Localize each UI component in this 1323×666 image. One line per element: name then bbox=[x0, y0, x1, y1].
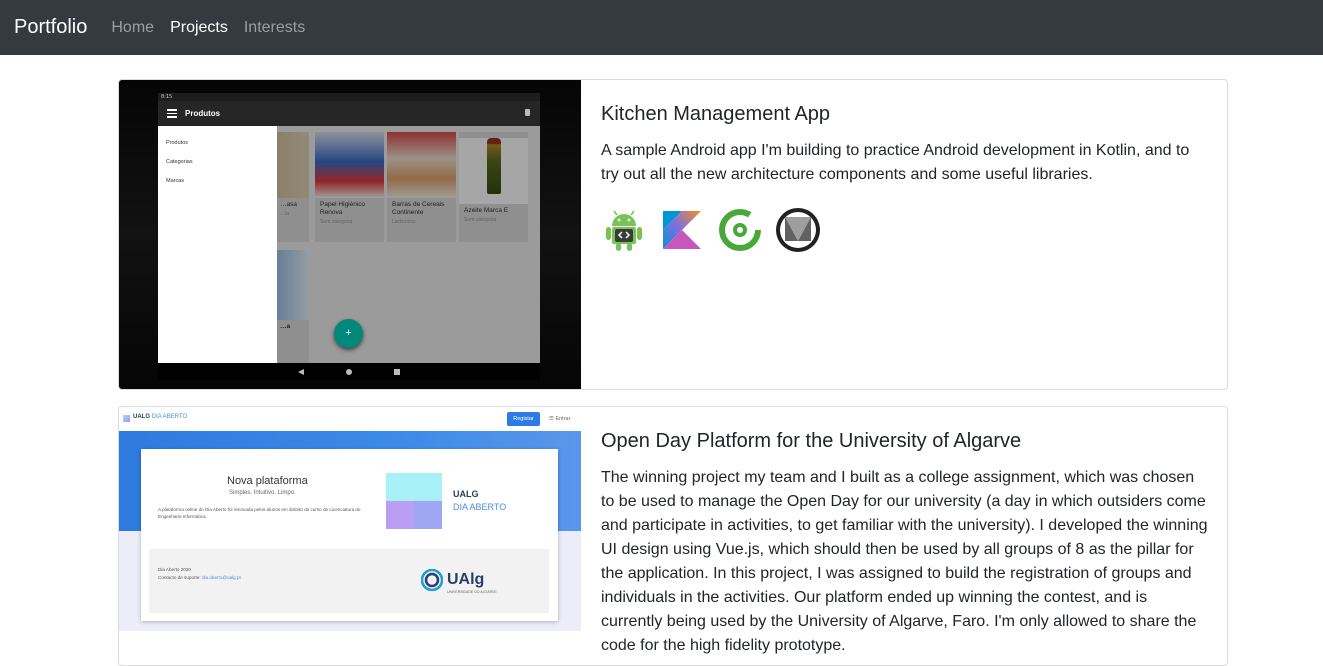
brand-link[interactable]: Portfolio bbox=[14, 16, 87, 39]
android-screen: 8:15 Produtos …asa …ia Papel Higiénico R… bbox=[158, 93, 540, 363]
web-screenshot: UALG DIA ABERTO Registar ☰ Entrar Nova p… bbox=[119, 407, 581, 631]
android-nav-bar bbox=[158, 363, 540, 380]
circleci-icon bbox=[719, 209, 761, 251]
hamburger-menu-icon bbox=[167, 107, 177, 120]
kotlin-icon bbox=[663, 211, 701, 249]
ualg-emblem-icon bbox=[421, 569, 443, 591]
ualg-logo-subtext: UNIVERSIDADE DO ALGARVE bbox=[447, 590, 497, 594]
delete-icon bbox=[525, 109, 530, 116]
android-icon bbox=[606, 210, 642, 251]
nav-link-interests[interactable]: Interests bbox=[244, 19, 305, 37]
project-card-open-day: UALG DIA ABERTO Registar ☰ Entrar Nova p… bbox=[118, 406, 1228, 666]
technology-icons bbox=[601, 207, 1211, 253]
web-header: UALG DIA ABERTO Registar ☰ Entrar bbox=[119, 407, 581, 431]
nav-link-projects[interactable]: Projects bbox=[170, 19, 228, 37]
login-button[interactable]: ☰ Entrar bbox=[549, 416, 570, 422]
footer-email-link[interactable]: dia.aberto@ualg.pt bbox=[202, 575, 241, 580]
site-name-accent: DIA ABERTO bbox=[151, 414, 188, 420]
ualg-logo-text: UAlg bbox=[447, 571, 485, 588]
logo-square bbox=[386, 501, 414, 529]
android-app-title: Produtos bbox=[185, 109, 221, 118]
site-name: UALG bbox=[133, 414, 150, 420]
hero-heading: Nova plataforma bbox=[227, 475, 308, 487]
nav-link-home[interactable]: Home bbox=[111, 19, 154, 37]
footer-contact-label: Contacto de suporte: bbox=[158, 575, 201, 580]
web-hero-card: Nova plataforma Simples. Intuitivo. Limp… bbox=[141, 449, 558, 621]
drawer-item-marcas[interactable]: Marcas bbox=[158, 173, 277, 192]
project-body-kitchen: Kitchen Management App A sample Android … bbox=[601, 100, 1211, 253]
footer-contact: Contacto de suporte: dia.aberto@ualg.pt bbox=[158, 575, 241, 580]
android-app-bar: Produtos bbox=[158, 101, 540, 126]
project-title: Open Day Platform for the University of … bbox=[601, 430, 1022, 452]
project-screenshot-open-day: UALG DIA ABERTO Registar ☰ Entrar Nova p… bbox=[119, 407, 581, 631]
project-description: A sample Android app I'm building to pra… bbox=[601, 142, 1190, 183]
back-icon bbox=[298, 369, 304, 375]
drawer-scrim bbox=[277, 126, 540, 363]
material-icon bbox=[776, 208, 820, 252]
android-status-bar: 8:15 bbox=[158, 93, 540, 101]
project-title: Kitchen Management App bbox=[601, 103, 831, 125]
status-time: 8:15 bbox=[161, 94, 173, 100]
navigation-drawer: Produtos Categorias Marcas bbox=[158, 126, 277, 363]
drawer-item-produtos[interactable]: Produtos bbox=[158, 135, 277, 154]
project-screenshot-kitchen: 8:15 Produtos …asa …ia Papel Higiénico R… bbox=[119, 80, 581, 389]
hero-subheading: Simples. Intuitivo. Limpo. bbox=[229, 490, 296, 496]
project-card-kitchen: 8:15 Produtos …asa …ia Papel Higiénico R… bbox=[118, 79, 1228, 390]
ualg-logo: UAlg UNIVERSIDADE DO ALGARVE bbox=[421, 569, 497, 594]
site-title: UALG DIA ABERTO bbox=[133, 414, 187, 420]
tablet-frame: 8:15 Produtos …asa …ia Papel Higiénico R… bbox=[119, 80, 581, 389]
project-description: The winning project my team and I built … bbox=[601, 469, 1208, 654]
top-navbar: Portfolio Home Projects Interests bbox=[0, 0, 1323, 55]
footer-year: Dia Aberto 2020 bbox=[158, 567, 191, 572]
recents-icon bbox=[394, 369, 400, 375]
site-logo-icon bbox=[123, 415, 130, 422]
logo-text: UALG bbox=[453, 489, 479, 499]
drawer-item-categorias[interactable]: Categorias bbox=[158, 154, 277, 173]
web-footer: Dia Aberto 2020 Contacto de suporte: dia… bbox=[149, 549, 549, 613]
home-icon bbox=[346, 369, 352, 375]
register-button[interactable]: Registar bbox=[507, 412, 540, 426]
hero-paragraph: A plataforma online do Dia Aberto foi re… bbox=[158, 507, 361, 519]
project-body-open-day: Open Day Platform for the University of … bbox=[601, 427, 1211, 658]
add-fab-button[interactable]: + bbox=[334, 319, 363, 348]
logo-subtext: DIA ABERTO bbox=[453, 502, 507, 512]
